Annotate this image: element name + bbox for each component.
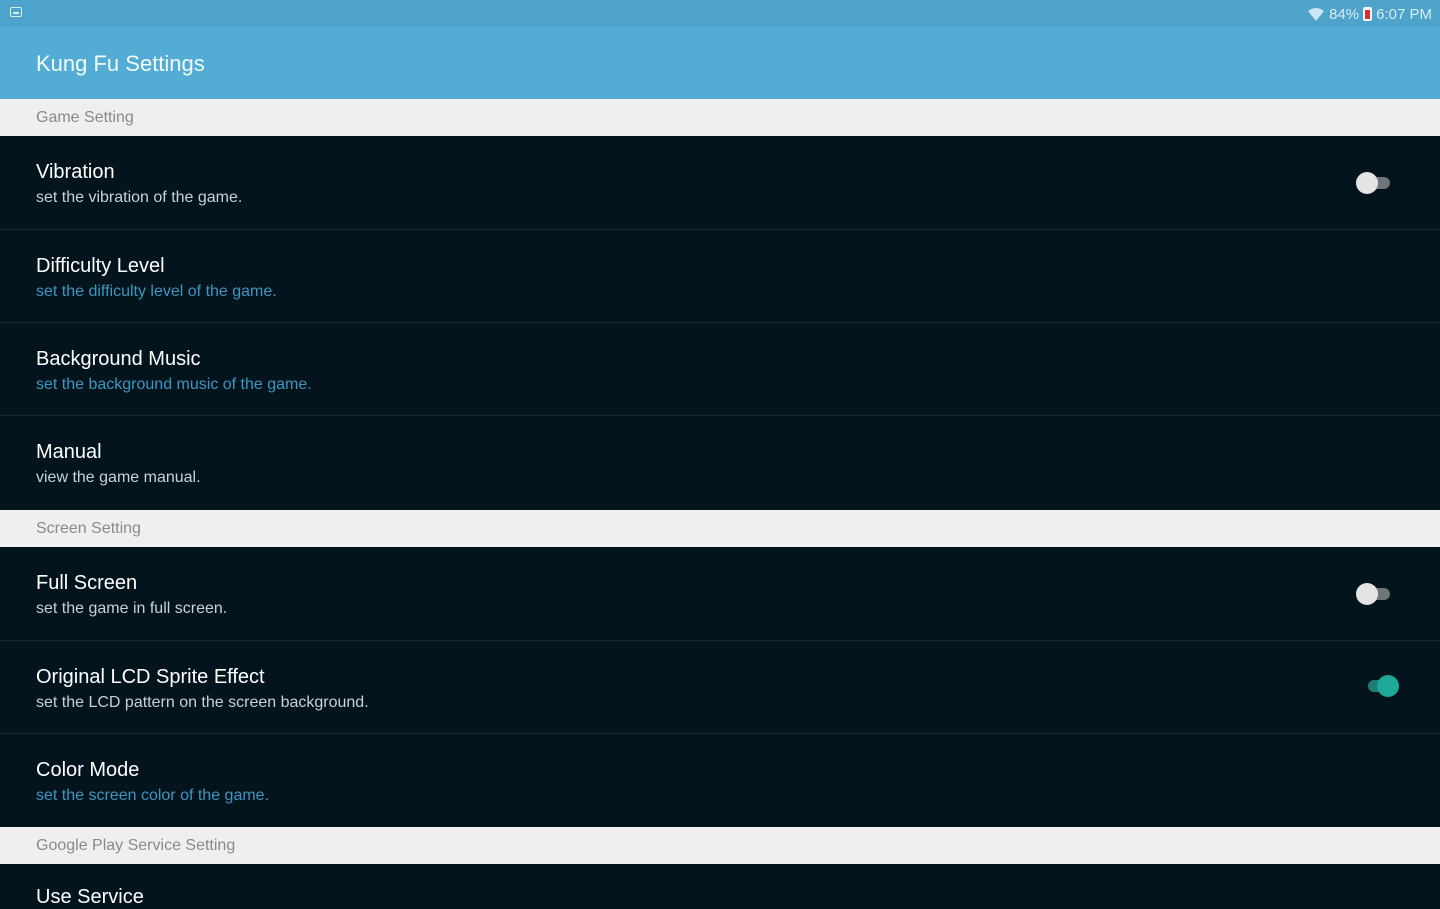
pref-title: Full Screen xyxy=(36,572,138,594)
pref-summary: set the background music of the game. xyxy=(36,376,312,393)
toggle-thumb xyxy=(1356,583,1378,605)
page-title: Kung Fu Settings xyxy=(36,51,205,76)
section-header-label: Game Setting xyxy=(36,109,134,126)
pref-title: Background Music xyxy=(36,348,201,370)
pref-summary: set the LCD pattern on the screen backgr… xyxy=(36,694,369,711)
screenshot-icon xyxy=(10,7,22,17)
pref-color-mode[interactable]: Color Mode set the screen color of the g… xyxy=(0,734,1440,827)
status-right: 84% 6:07 PM xyxy=(1307,4,1432,24)
battery-percent: 84% xyxy=(1329,5,1360,23)
pref-title: Difficulty Level xyxy=(36,255,165,277)
status-time: 6:07 PM xyxy=(1376,5,1432,23)
section-header-screen-setting: Screen Setting xyxy=(0,510,1440,547)
pref-background-music[interactable]: Background Music set the background musi… xyxy=(0,323,1440,416)
pref-title: Color Mode xyxy=(36,759,140,781)
pref-vibration[interactable]: Vibration set the vibration of the game. xyxy=(0,136,1440,230)
toggle-thumb xyxy=(1356,172,1378,194)
wifi-icon xyxy=(1308,8,1325,21)
pref-use-service[interactable]: Use Service xyxy=(0,864,1440,908)
toggle-thumb xyxy=(1377,675,1399,697)
pref-summary: view the game manual. xyxy=(36,469,201,486)
full-screen-toggle[interactable] xyxy=(1356,583,1390,605)
section-header-label: Screen Setting xyxy=(36,520,141,537)
battery-low-icon xyxy=(1363,7,1373,21)
pref-summary: set the screen color of the game. xyxy=(36,787,270,804)
section-header-google-play-service-setting: Google Play Service Setting xyxy=(0,827,1440,864)
pref-summary: set the vibration of the game. xyxy=(36,189,243,206)
pref-summary: set the difficulty level of the game. xyxy=(36,283,277,300)
pref-full-screen[interactable]: Full Screen set the game in full screen. xyxy=(0,547,1440,641)
vibration-toggle[interactable] xyxy=(1356,172,1390,194)
status-bar: 84% 6:07 PM xyxy=(0,0,1440,27)
pref-original-lcd-sprite-effect[interactable]: Original LCD Sprite Effect set the LCD p… xyxy=(0,641,1440,734)
section-header-game-setting: Game Setting xyxy=(0,99,1440,136)
action-bar: Kung Fu Settings xyxy=(0,27,1440,99)
section-header-label: Google Play Service Setting xyxy=(36,837,236,854)
pref-difficulty-level[interactable]: Difficulty Level set the difficulty leve… xyxy=(0,230,1440,323)
pref-title: Original LCD Sprite Effect xyxy=(36,666,265,688)
pref-title: Vibration xyxy=(36,161,115,183)
lcd-sprite-effect-toggle[interactable] xyxy=(1364,675,1399,697)
pref-summary: set the game in full screen. xyxy=(36,600,228,617)
pref-manual[interactable]: Manual view the game manual. xyxy=(0,416,1440,510)
pref-title: Manual xyxy=(36,441,102,463)
pref-title: Use Service xyxy=(36,886,144,908)
